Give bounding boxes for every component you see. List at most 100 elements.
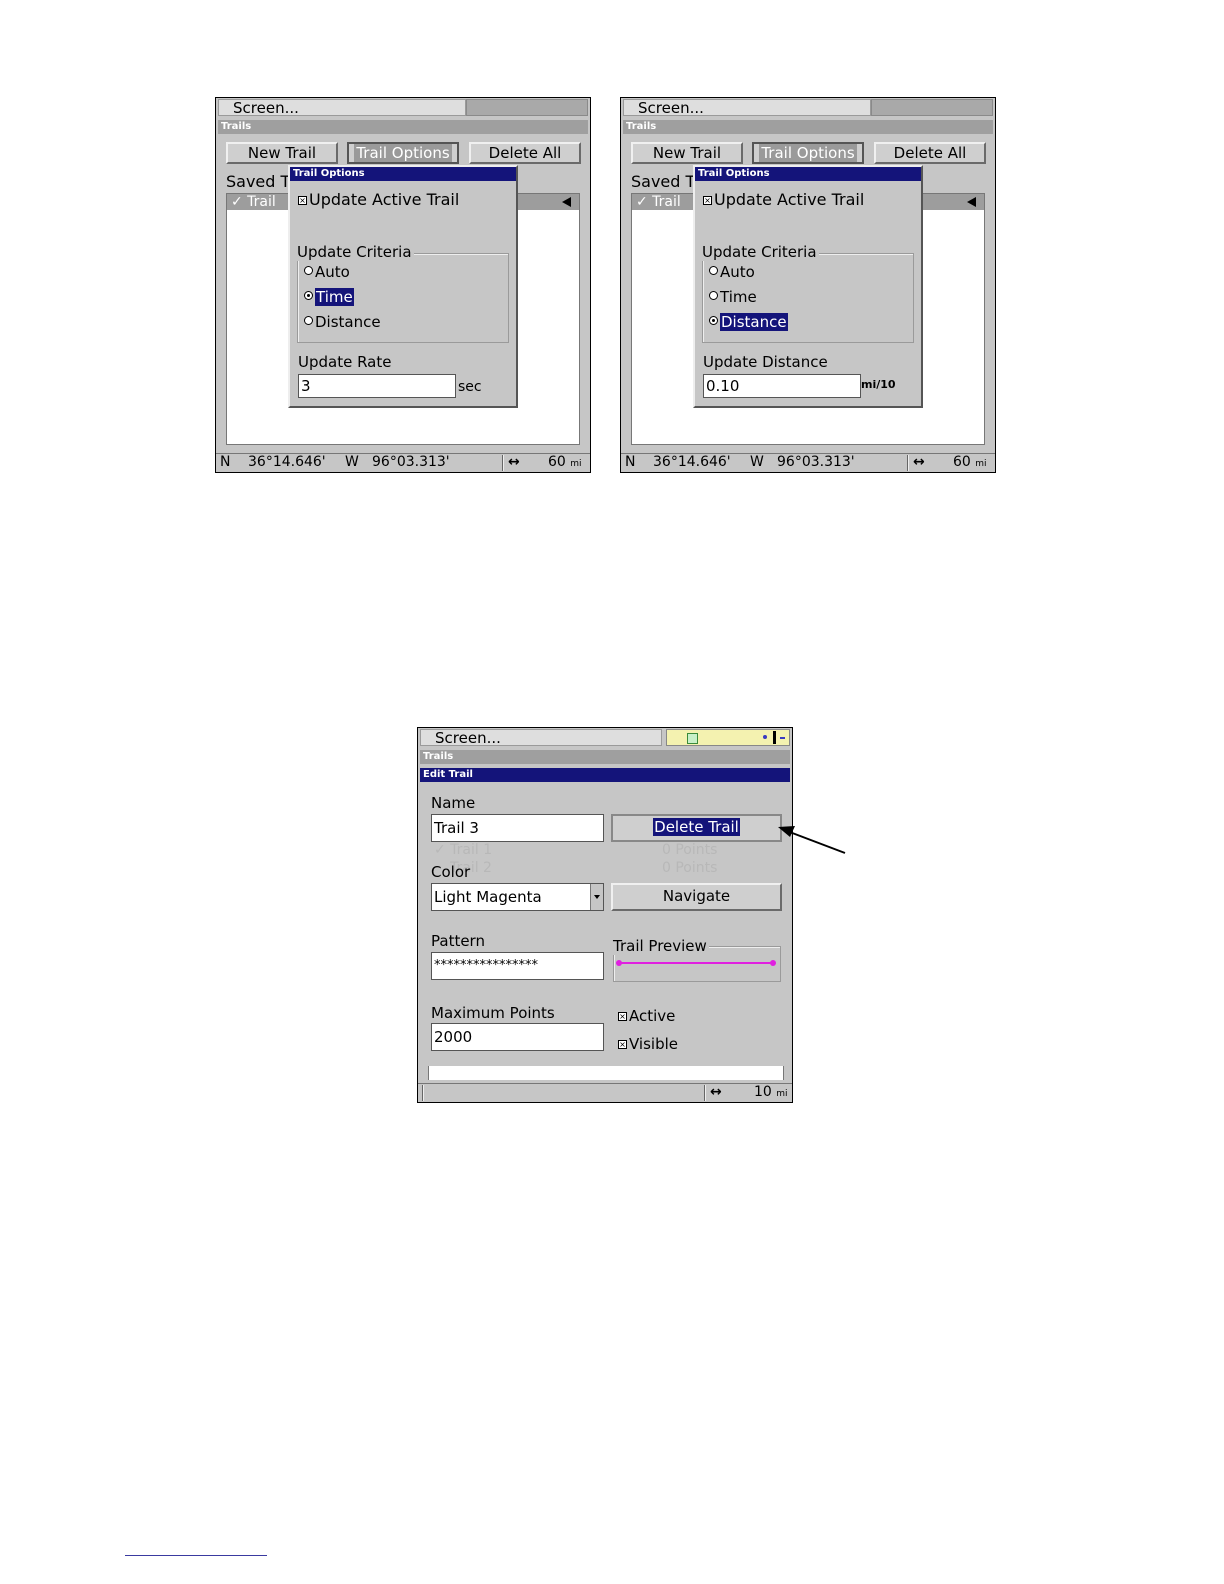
max-points-input[interactable]: 2000 bbox=[431, 1023, 604, 1051]
radio-time[interactable]: Time bbox=[304, 288, 354, 306]
delete-all-button[interactable]: Delete All bbox=[469, 142, 581, 164]
saved-trails-label: Saved T bbox=[631, 172, 696, 191]
blue-dot-icon bbox=[763, 735, 767, 739]
radio-distance-label: Distance bbox=[315, 313, 381, 331]
left-arrow-icon bbox=[562, 197, 571, 207]
scale-value: 60 mi bbox=[548, 454, 582, 471]
menu-right-box bbox=[871, 99, 993, 116]
status-bar: ↔ 10 mi bbox=[418, 1083, 792, 1102]
longitude: 96°03.313' bbox=[372, 454, 450, 470]
radio-auto-label: Auto bbox=[720, 263, 755, 281]
scale-arrow-icon: ↔ bbox=[710, 1084, 722, 1100]
update-active-checkbox[interactable]: × Update Active Trail bbox=[298, 191, 459, 209]
lon-dir: W bbox=[750, 454, 764, 470]
menu-bar: Screen... bbox=[621, 98, 995, 118]
background-trail-1: ✓ Trail 1 bbox=[434, 842, 493, 858]
trail-list-item-label: ✓ Trail bbox=[231, 194, 276, 210]
screen-menu[interactable]: Screen... bbox=[623, 99, 871, 117]
status-divider bbox=[704, 1085, 706, 1101]
scale-value: 10 mi bbox=[754, 1084, 788, 1101]
status-bar: N 36°14.646' W 96°03.313' ↔ 60 mi bbox=[216, 453, 590, 472]
trail-preview-dot-right bbox=[770, 960, 776, 966]
dialog-title: Trail Options bbox=[290, 167, 516, 181]
radio-time[interactable]: Time bbox=[709, 288, 757, 306]
scale-arrow-icon: ↔ bbox=[508, 454, 520, 470]
checkbox-checked-icon: × bbox=[703, 196, 712, 205]
scale-number: 60 bbox=[953, 454, 971, 470]
left-arrow-icon bbox=[967, 197, 976, 207]
active-checkbox[interactable]: × Active bbox=[618, 1007, 675, 1025]
radio-distance-label: Distance bbox=[720, 313, 788, 331]
radio-distance[interactable]: Distance bbox=[304, 313, 381, 331]
scale-value: 60 mi bbox=[953, 454, 987, 471]
radio-auto[interactable]: Auto bbox=[304, 263, 350, 281]
update-rate-label: Update Rate bbox=[298, 353, 392, 371]
edit-trail-title: Edit Trail bbox=[420, 768, 790, 782]
visible-checkbox[interactable]: × Visible bbox=[618, 1035, 678, 1053]
lat-dir: N bbox=[220, 454, 231, 470]
lon-dir: W bbox=[345, 454, 359, 470]
menu-bar: Screen... bbox=[418, 728, 792, 748]
navigate-label: Navigate bbox=[662, 887, 731, 905]
delete-all-label: Delete All bbox=[893, 144, 967, 162]
trail-preview-label: Trail Preview bbox=[613, 937, 709, 955]
active-label: Active bbox=[629, 1007, 676, 1025]
trail-options-label: Trail Options bbox=[759, 144, 857, 162]
update-active-label: Update Active Trail bbox=[714, 190, 865, 209]
rate-unit: sec bbox=[458, 379, 482, 395]
color-select[interactable]: Light Magenta bbox=[431, 883, 604, 911]
green-square-icon bbox=[687, 733, 698, 744]
screen-menu[interactable]: Screen... bbox=[420, 729, 662, 747]
background-points-2: 0 Points bbox=[662, 860, 718, 876]
update-distance-input[interactable]: 0.10 bbox=[703, 374, 861, 398]
radio-icon bbox=[304, 266, 313, 275]
navigate-button[interactable]: Navigate bbox=[611, 883, 782, 911]
scale-unit: mi bbox=[570, 459, 582, 469]
max-points-label: Maximum Points bbox=[431, 1004, 555, 1022]
radio-selected-icon bbox=[304, 291, 313, 300]
checkbox-checked-icon: × bbox=[298, 196, 307, 205]
new-trail-button[interactable]: New Trail bbox=[226, 142, 338, 164]
update-active-checkbox[interactable]: × Update Active Trail bbox=[703, 191, 864, 209]
lat-dir: N bbox=[625, 454, 636, 470]
footer-link-underline bbox=[125, 1555, 267, 1556]
checkbox-checked-icon: × bbox=[618, 1012, 627, 1021]
delete-trail-button[interactable]: Delete Trail bbox=[611, 814, 782, 842]
chevron-down-icon bbox=[590, 884, 603, 910]
dialog-title: Trail Options bbox=[695, 167, 921, 181]
delete-all-button[interactable]: Delete All bbox=[874, 142, 986, 164]
pattern-input[interactable]: **************** bbox=[431, 952, 604, 980]
trail-options-screen-time: Screen... Trails New Trail Trail Options… bbox=[215, 97, 591, 473]
screen-menu[interactable]: Screen... bbox=[218, 99, 466, 117]
saved-trails-label: Saved T bbox=[226, 172, 291, 191]
edit-trail-screen: Screen... Trails Edit Trail ✓ Trail 1 Tr… bbox=[417, 727, 793, 1103]
new-trail-label: New Trail bbox=[652, 144, 722, 162]
visible-label: Visible bbox=[629, 1035, 678, 1053]
scale-unit: mi bbox=[975, 459, 987, 469]
battery-icon bbox=[773, 731, 776, 744]
pattern-label: Pattern bbox=[431, 932, 485, 950]
background-points-1: 0 Points bbox=[662, 842, 718, 858]
criteria-label: Update Criteria bbox=[702, 243, 819, 261]
trail-options-button[interactable]: Trail Options bbox=[752, 142, 864, 164]
radio-distance[interactable]: Distance bbox=[709, 313, 788, 331]
radio-time-label: Time bbox=[720, 288, 757, 306]
trail-options-dialog: Trail Options × Update Active Trail Updat… bbox=[693, 165, 923, 408]
new-trail-button[interactable]: New Trail bbox=[631, 142, 743, 164]
trails-title: Trails bbox=[623, 120, 993, 134]
radio-time-label: Time bbox=[315, 288, 354, 306]
update-rate-input[interactable]: 3 bbox=[298, 374, 456, 398]
update-active-label: Update Active Trail bbox=[309, 190, 460, 209]
checkbox-checked-icon: × bbox=[618, 1040, 627, 1049]
trail-preview-line bbox=[618, 962, 774, 964]
radio-auto[interactable]: Auto bbox=[709, 263, 755, 281]
name-input[interactable]: Trail 3 bbox=[431, 814, 604, 842]
trail-options-screen-distance: Screen... Trails New Trail Trail Options… bbox=[620, 97, 996, 473]
trails-title: Trails bbox=[420, 750, 790, 764]
status-divider bbox=[422, 1085, 424, 1101]
edit-trail-dialog: ✓ Trail 1 Trail 2 0 Points 0 Points Name… bbox=[420, 782, 790, 1064]
trail-options-button[interactable]: Trail Options bbox=[347, 142, 459, 164]
radio-selected-icon bbox=[709, 316, 718, 325]
status-divider bbox=[502, 455, 504, 471]
radio-icon bbox=[709, 266, 718, 275]
